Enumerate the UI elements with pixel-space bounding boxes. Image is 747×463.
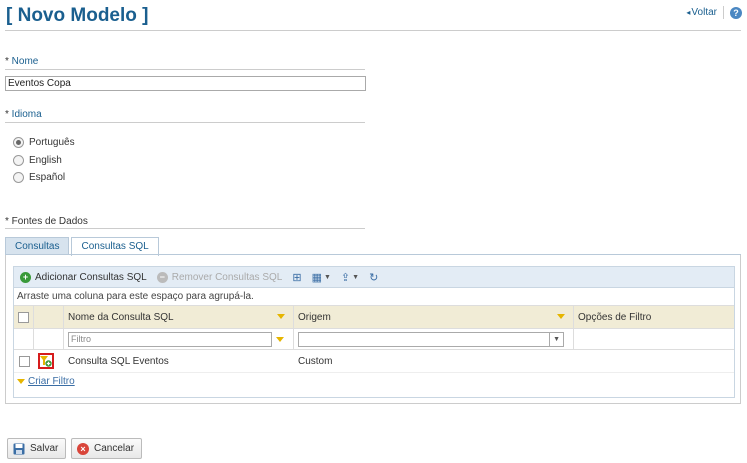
grid-toolbar: + Adicionar Consultas SQL − Remover Consul… <box>14 267 734 288</box>
row-checkbox-cell <box>14 350 34 372</box>
row-checkbox[interactable] <box>19 355 30 367</box>
funnel-icon <box>17 378 25 384</box>
filter-icon[interactable] <box>557 314 565 319</box>
remove-sql-button[interactable]: − Remover Consultas SQL <box>156 271 282 283</box>
name-filter-input[interactable]: Filtro <box>68 331 272 347</box>
filter-options-highlight[interactable] <box>38 353 54 369</box>
fontes-label: * Fontes de Dados <box>5 216 88 227</box>
radio-english[interactable]: English <box>13 155 62 166</box>
filter-cell: ▼ <box>294 329 574 349</box>
group-hint: Arraste uma coluna para este espaço para… <box>14 288 734 306</box>
title-divider <box>5 30 741 31</box>
grid-header: Nome da Consulta SQL Origem Opções de Fi… <box>14 306 734 329</box>
filter-cell <box>14 329 34 349</box>
cancel-icon: × <box>77 442 89 455</box>
tab-consultas[interactable]: Consultas <box>5 237 70 255</box>
divider <box>723 6 724 19</box>
floppy-icon <box>13 443 25 454</box>
filter-row: Filtro ▼ <box>14 329 734 350</box>
filter-cell <box>34 329 64 349</box>
column-header-opcoes: Opções de Filtro <box>578 311 652 323</box>
nome-rule <box>5 69 365 70</box>
add-filter-icon <box>40 356 52 367</box>
columns-icon[interactable]: ▦ ▼ <box>312 271 331 284</box>
refresh-icon[interactable]: ↻ <box>369 271 378 284</box>
fontes-rule <box>5 228 365 229</box>
help-icon[interactable]: ? <box>730 6 742 19</box>
idioma-rule <box>5 122 365 123</box>
row-origin: Custom <box>298 355 333 367</box>
top-actions: Voltar ? <box>686 6 742 19</box>
header-icon-cell <box>34 306 64 328</box>
save-button[interactable]: Salvar <box>7 438 67 459</box>
add-sql-button[interactable]: + Adicionar Consultas SQL <box>20 271 147 283</box>
add-icon: + <box>20 271 31 283</box>
origem-filter-select[interactable]: ▼ <box>298 331 564 347</box>
radio-selected-icon[interactable] <box>13 137 24 148</box>
row-icon-cell <box>34 350 64 372</box>
chevron-down-icon: ▼ <box>549 332 563 346</box>
remove-icon: − <box>156 271 168 283</box>
table-row[interactable]: Consulta SQL Eventos Custom <box>14 350 734 373</box>
cancel-button[interactable]: × Cancelar <box>71 438 143 459</box>
page-title: [ Novo Modelo ] <box>6 5 149 26</box>
filter-icon[interactable] <box>276 336 284 342</box>
filter-cell: Filtro <box>64 329 294 349</box>
idioma-label: * Idioma <box>5 109 42 120</box>
back-link[interactable]: Voltar <box>686 7 717 18</box>
radio-icon[interactable] <box>13 155 24 166</box>
create-filter: Criar Filtro <box>14 373 734 389</box>
radio-icon[interactable] <box>13 172 24 183</box>
row-name: Consulta SQL Eventos <box>68 355 169 367</box>
radio-espanol[interactable]: Español <box>13 172 65 183</box>
nome-label: * Nome <box>5 56 39 67</box>
nome-input[interactable]: Eventos Copa <box>5 76 366 91</box>
sql-grid: + Adicionar Consultas SQL − Remover Consul… <box>13 266 735 398</box>
row-options <box>574 350 732 372</box>
select-all-checkbox[interactable] <box>18 311 29 323</box>
header-checkbox-cell <box>14 306 34 328</box>
create-filter-link[interactable]: Criar Filtro <box>28 376 75 387</box>
radio-portugues[interactable]: Português <box>13 137 75 148</box>
hierarchy-icon[interactable]: ⊞ <box>292 271 301 284</box>
filter-cell <box>574 329 732 349</box>
column-header-origem[interactable]: Origem <box>294 306 574 328</box>
export-icon[interactable]: ⇪ ▼ <box>341 271 359 284</box>
column-header-name[interactable]: Nome da Consulta SQL <box>64 306 294 328</box>
filter-icon[interactable] <box>277 314 285 319</box>
